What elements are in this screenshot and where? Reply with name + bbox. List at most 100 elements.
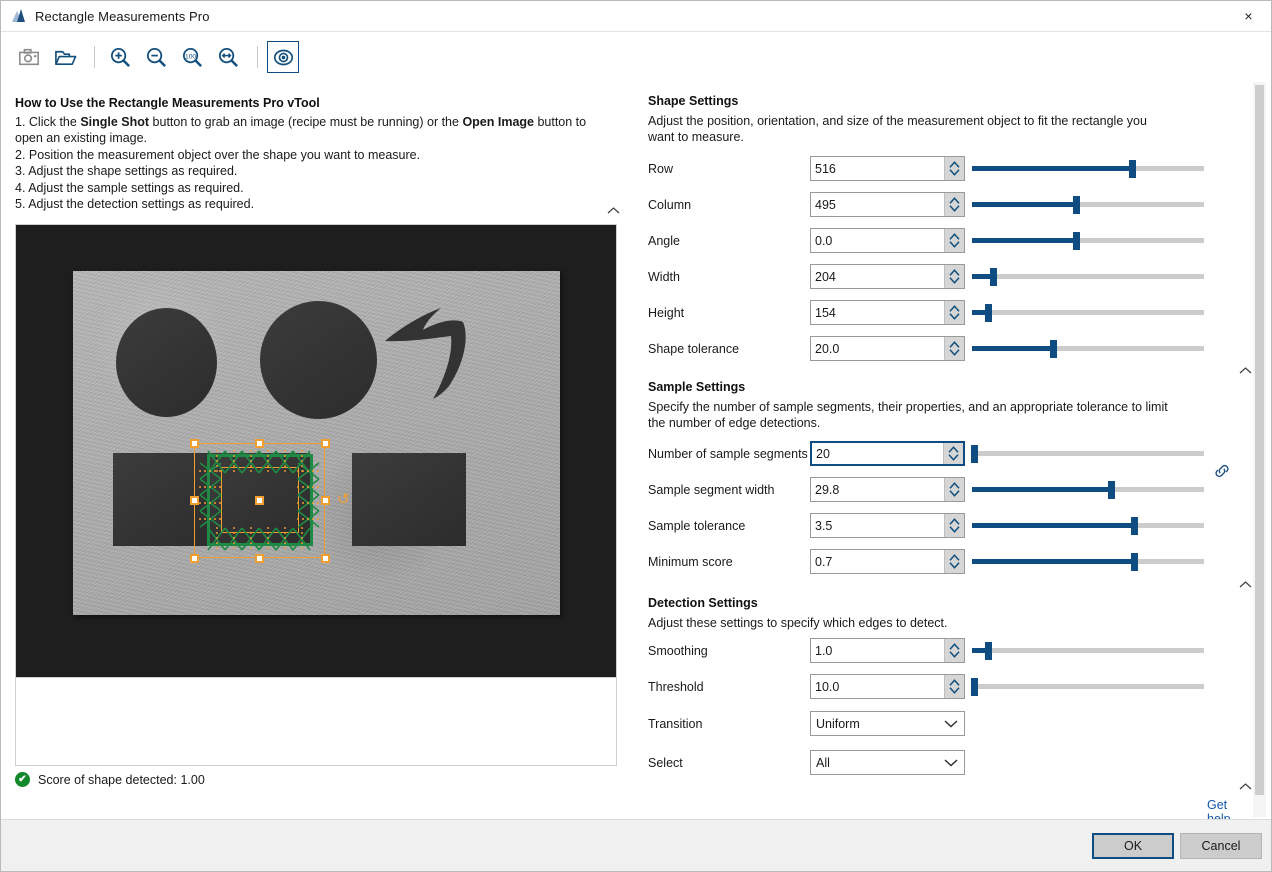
smoothing-spinner[interactable] <box>944 639 964 662</box>
zoom-100-button[interactable]: 100 <box>176 41 208 73</box>
slider-row[interactable] <box>972 156 1204 181</box>
field-angle[interactable] <box>810 228 965 253</box>
handle-bottom-right[interactable] <box>321 554 330 563</box>
sample-segment-width-input[interactable] <box>811 478 945 501</box>
handle-bottom-center[interactable] <box>255 554 264 563</box>
sample-tolerance-input[interactable] <box>811 514 945 537</box>
field-height[interactable] <box>810 300 965 325</box>
handle-top-right[interactable] <box>321 439 330 448</box>
slider-number-of-sample-segments[interactable] <box>971 441 1204 466</box>
rotate-handle[interactable]: ↺ <box>337 492 350 507</box>
zoom-fit-width-button[interactable] <box>212 41 244 73</box>
slider-smoothing[interactable] <box>972 638 1204 663</box>
link-chain-icon[interactable] <box>1213 462 1231 483</box>
image-preview[interactable]: ↺ <box>15 224 617 678</box>
zoom-out-button[interactable] <box>140 41 172 73</box>
handle-middle-right[interactable] <box>321 496 330 505</box>
settings-scrollbar[interactable] <box>1253 82 1266 817</box>
slider-column[interactable] <box>972 192 1204 217</box>
smoothing-input[interactable] <box>811 639 945 662</box>
dropdown-transition[interactable]: Uniform <box>810 711 965 736</box>
cancel-button[interactable]: Cancel <box>1180 833 1262 859</box>
slider-sample-segment-width[interactable] <box>972 477 1204 502</box>
shape-tolerance-input[interactable] <box>811 337 945 360</box>
minimum-score-input[interactable] <box>811 550 945 573</box>
field-sample-segment-width[interactable] <box>810 477 965 502</box>
shape-tolerance-spinner[interactable] <box>944 337 964 360</box>
row-input[interactable] <box>811 157 945 180</box>
slider-angle[interactable] <box>972 228 1204 253</box>
specimen-plate: ↺ <box>73 271 560 615</box>
column-input[interactable] <box>811 193 945 216</box>
slider-thumb[interactable] <box>1073 232 1081 250</box>
handle-middle-left[interactable] <box>190 496 199 505</box>
zoom-in-button[interactable] <box>104 41 136 73</box>
height-spinner[interactable] <box>944 301 964 324</box>
field-row[interactable] <box>810 156 965 181</box>
slider-shape-tolerance[interactable] <box>972 336 1204 361</box>
field-minimum-score[interactable] <box>810 549 965 574</box>
handle-center-move[interactable] <box>255 496 264 505</box>
slider-thumb[interactable] <box>1108 481 1116 499</box>
column-spinner[interactable] <box>944 193 964 216</box>
field-sample-tolerance[interactable] <box>810 513 965 538</box>
slider-thumb[interactable] <box>1131 517 1139 535</box>
slider-thumb[interactable] <box>1131 553 1139 571</box>
scrollbar-thumb[interactable] <box>1255 85 1264 795</box>
slider-thumb[interactable] <box>971 678 979 696</box>
slider-thumb[interactable] <box>985 304 993 322</box>
sample-segment-width-spinner[interactable] <box>944 478 964 501</box>
threshold-input[interactable] <box>811 675 945 698</box>
check-circle-icon: ✔ <box>15 772 30 787</box>
angle-input[interactable] <box>811 229 945 252</box>
width-spinner[interactable] <box>944 265 964 288</box>
howto-step-3: 3. Adjust the shape settings as required… <box>15 164 238 179</box>
dropdown-select[interactable]: All <box>810 750 965 775</box>
detection-settings-description: Adjust these settings to specify which e… <box>648 616 948 630</box>
sample-tolerance-spinner[interactable] <box>944 514 964 537</box>
detection-settings-collapse-chevron-up-icon[interactable] <box>1237 778 1253 794</box>
number-of-sample-segments-input[interactable] <box>812 443 944 464</box>
field-number-of-sample-segments[interactable] <box>810 441 965 466</box>
single-shot-button[interactable] <box>13 41 45 73</box>
handle-top-center[interactable] <box>255 439 264 448</box>
howto-collapse-chevron-up-icon[interactable] <box>605 202 621 218</box>
field-shape-tolerance[interactable] <box>810 336 965 361</box>
threshold-spinner[interactable] <box>944 675 964 698</box>
sample-settings-collapse-chevron-up-icon[interactable] <box>1237 576 1253 592</box>
minimum-score-spinner[interactable] <box>944 550 964 573</box>
field-smoothing[interactable] <box>810 638 965 663</box>
open-image-button[interactable] <box>49 41 81 73</box>
field-column[interactable] <box>810 192 965 217</box>
label-width: Width <box>648 269 680 284</box>
slider-height[interactable] <box>972 300 1204 325</box>
slider-thumb[interactable] <box>1050 340 1058 358</box>
angle-spinner[interactable] <box>944 229 964 252</box>
chevron-up-icon <box>1239 366 1251 373</box>
slider-thumb[interactable] <box>989 268 997 286</box>
field-width[interactable] <box>810 264 965 289</box>
slider-thumb[interactable] <box>971 445 979 463</box>
show-overlay-button[interactable] <box>267 41 299 73</box>
dialog-footer: OK Cancel <box>1 819 1271 871</box>
width-input[interactable] <box>811 265 945 288</box>
handle-top-left[interactable] <box>190 439 199 448</box>
slider-sample-tolerance[interactable] <box>972 513 1204 538</box>
number-of-sample-segments-spinner[interactable] <box>943 443 963 464</box>
slider-thumb[interactable] <box>985 642 993 660</box>
close-icon[interactable]: × <box>1226 1 1271 31</box>
row-spinner[interactable] <box>944 157 964 180</box>
toolbar-separator-2 <box>257 46 258 68</box>
slider-track <box>972 684 1204 689</box>
slider-width[interactable] <box>972 264 1204 289</box>
shape-settings-collapse-chevron-up-icon[interactable] <box>1237 362 1253 378</box>
height-input[interactable] <box>811 301 945 324</box>
handle-bottom-left[interactable] <box>190 554 199 563</box>
ok-button[interactable]: OK <box>1092 833 1174 859</box>
slider-threshold[interactable] <box>971 674 1204 699</box>
field-threshold[interactable] <box>810 674 965 699</box>
slider-thumb[interactable] <box>1129 160 1137 178</box>
slider-minimum-score[interactable] <box>972 549 1204 574</box>
chevron-up-icon <box>1239 782 1251 789</box>
slider-thumb[interactable] <box>1073 196 1081 214</box>
